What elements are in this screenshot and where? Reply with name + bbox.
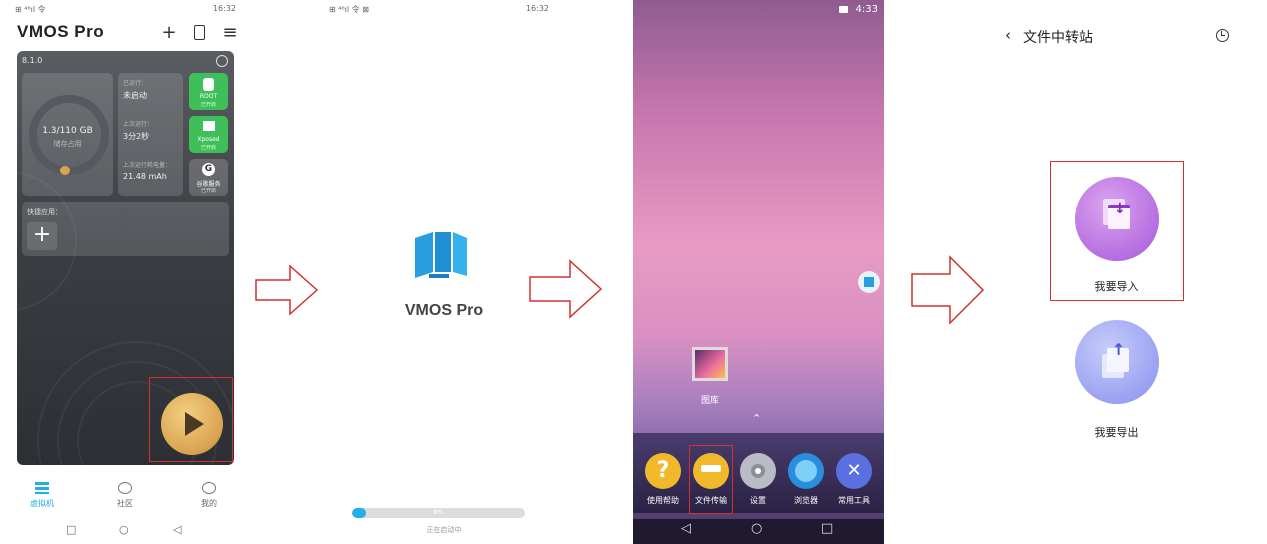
flow-arrow-icon	[529, 259, 603, 319]
home-icon[interactable]: ○	[119, 523, 129, 536]
history-icon[interactable]	[1216, 29, 1229, 42]
flag-icon	[203, 121, 215, 131]
storage-indicator	[60, 166, 70, 175]
xposed-label: Xposed	[197, 136, 220, 143]
nav-tab-community[interactable]: 社区	[105, 482, 145, 509]
nav-label: 虚拟机	[30, 499, 54, 508]
nav-tab-mine[interactable]: 我的	[189, 482, 229, 509]
nav-label: 我的	[201, 499, 217, 508]
nav-label: 社区	[117, 499, 133, 508]
device-icon[interactable]	[189, 22, 209, 42]
nav-tab-vm[interactable]: 虚拟机	[22, 482, 62, 509]
highlight-box	[149, 377, 233, 462]
export-button[interactable]: ↑	[1075, 320, 1159, 404]
info-value: 3分2秒	[123, 132, 150, 141]
gear-icon	[751, 464, 765, 478]
highlight-box	[1050, 161, 1184, 301]
battery-icon	[839, 6, 848, 13]
flow-arrow-icon	[255, 264, 319, 316]
profile-tab-icon	[202, 482, 216, 494]
tools-app-icon[interactable]: ✕	[836, 453, 872, 489]
progress-text: 8%	[433, 509, 444, 516]
back-icon[interactable]: ◁	[681, 521, 691, 536]
file-transfer-screen: ‹ 文件中转站 ↓ 我要导入 ↑ 我要导出	[990, 0, 1267, 544]
vm-android-home-screen: 4:33 图库 ⌃ ? 使用帮助 文件传输 设置 浏览器 ✕ 常用工具 ◁ ○ …	[633, 0, 884, 544]
app-drawer-chevron-icon[interactable]: ⌃	[752, 412, 761, 425]
lock-icon	[203, 78, 214, 91]
root-label: ROOT	[199, 93, 218, 100]
home-icon[interactable]: ○	[751, 521, 762, 536]
gallery-app-icon[interactable]	[692, 347, 728, 381]
quick-apps-card: 快捷应用： +	[22, 202, 229, 256]
dock-label: 常用工具	[838, 496, 870, 505]
back-icon[interactable]: ◁	[173, 523, 181, 536]
google-status: 已开启	[200, 188, 216, 194]
browser-app-icon[interactable]	[788, 453, 824, 489]
info-label: 上次运行：	[123, 121, 154, 128]
vm-nav-bar: ◁ ○ □	[633, 519, 884, 544]
google-icon: G	[202, 163, 215, 176]
vm-settings-icon[interactable]	[216, 55, 228, 67]
vmos-logo-icon	[415, 232, 467, 278]
storage-value: 1.3/110 GB	[42, 126, 93, 136]
up-arrow-icon: ↑	[1112, 340, 1126, 359]
google-services-button[interactable]: G 谷歌服务 已开启	[189, 159, 228, 196]
dock-label: 使用帮助	[647, 496, 679, 505]
recent-apps-icon[interactable]: □	[821, 521, 833, 536]
help-app-icon[interactable]: ?	[645, 453, 681, 489]
export-label: 我要导出	[1094, 426, 1139, 439]
status-bar-left: ⊞ ⁴⁶ıl 令	[15, 5, 46, 14]
info-label: 上次运行耗电量：	[123, 162, 172, 169]
vm-time: 4:33	[855, 4, 878, 15]
status-bar-time: 16:32	[212, 4, 236, 13]
flow-arrow-icon	[911, 255, 985, 325]
status-bar-left: ⊞ ⁴⁶ıl 令 ⊠	[329, 5, 369, 14]
page-title: 文件中转站	[1023, 30, 1093, 46]
quick-apps-label: 快捷应用：	[27, 208, 62, 216]
add-quick-app-button[interactable]: +	[27, 222, 57, 250]
community-tab-icon	[118, 482, 132, 494]
xposed-status: 已开启	[200, 145, 216, 151]
info-value: 21.48 mAh	[123, 172, 167, 181]
vm-version: 8.1.0	[22, 56, 43, 65]
back-chevron-icon[interactable]: ‹	[1005, 26, 1011, 44]
vmos-home-screen: ⊞ ⁴⁶ıl 令 16:32 VMOS Pro + ≡ 8.1.0 1.3/11…	[0, 0, 250, 544]
loading-progress-bar: 8%	[352, 508, 525, 518]
add-icon[interactable]: +	[159, 22, 179, 43]
storage-card: 1.3/110 GB 储存占用	[22, 73, 113, 196]
gallery-label: 图库	[700, 396, 719, 406]
cube-icon	[864, 277, 874, 287]
settings-app-icon[interactable]	[740, 453, 776, 489]
info-value: 未启动	[123, 91, 147, 100]
info-label: 已运行：	[123, 80, 148, 87]
app-title: VMOS Pro	[17, 22, 105, 41]
floating-vm-icon[interactable]	[858, 271, 880, 293]
globe-icon	[795, 460, 817, 482]
dock-label: 设置	[750, 496, 766, 505]
status-bar-time: 16:32	[525, 4, 549, 13]
vm-tab-icon	[35, 482, 49, 494]
storage-label: 储存占用	[53, 140, 82, 148]
recent-apps-icon[interactable]: □	[66, 523, 76, 536]
loading-text: 正在启动中	[426, 526, 462, 534]
root-button[interactable]: ROOT 已开启	[189, 73, 228, 110]
xposed-button[interactable]: Xposed 已开启	[189, 116, 228, 153]
root-status: 已开启	[200, 102, 216, 108]
dock-label: 浏览器	[794, 496, 818, 505]
menu-icon[interactable]: ≡	[220, 22, 240, 43]
run-info-card: 已运行： 未启动 上次运行： 3分2秒 上次运行耗电量： 21.48 mAh	[118, 73, 183, 196]
highlight-box	[689, 445, 733, 514]
